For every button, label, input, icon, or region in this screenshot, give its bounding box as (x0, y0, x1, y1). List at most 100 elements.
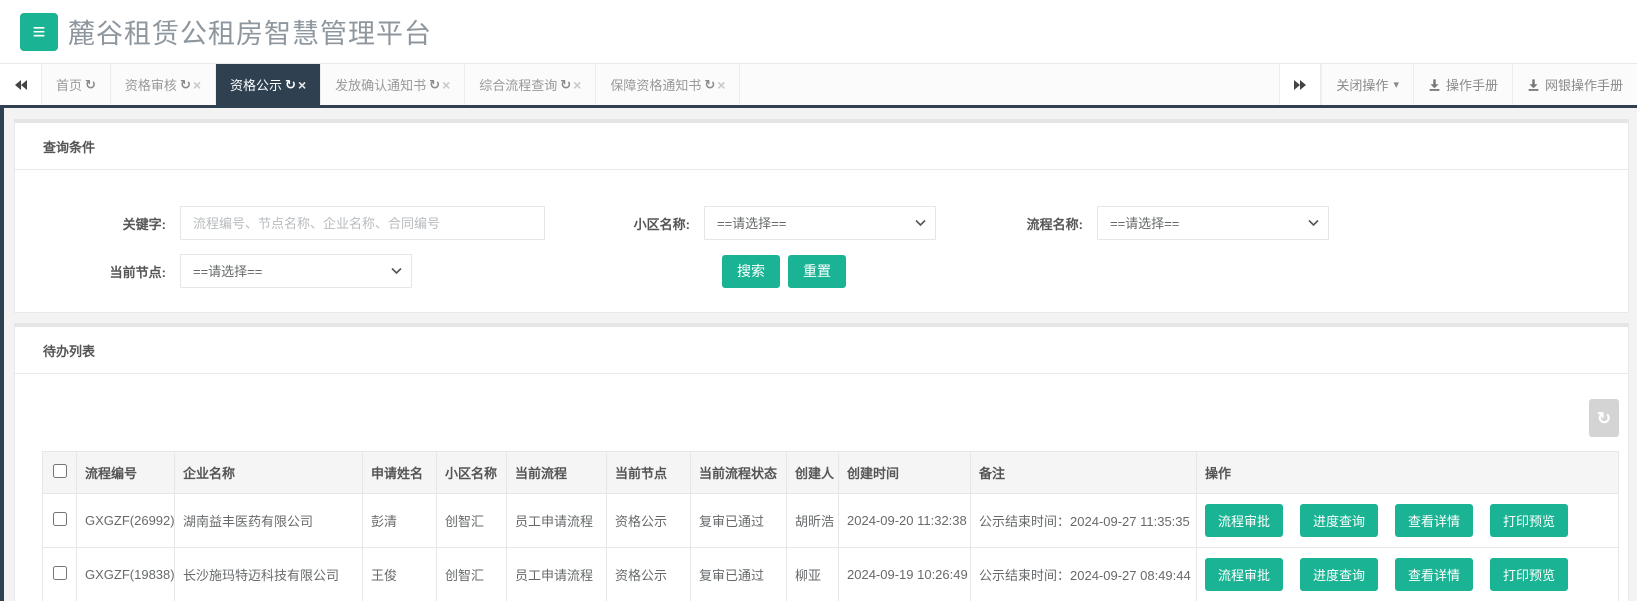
select-all-cell (42, 451, 77, 494)
search-button[interactable]: 搜索 (722, 254, 780, 288)
row-actions: 流程审批 进度查询 查看详情 打印预览 (1205, 504, 1610, 537)
table-row: GXGZF(19838) 长沙施玛特迈科技有限公司 王俊 创智汇 员工申请流程 … (42, 547, 1619, 601)
cell-creator: 柳亚 (786, 547, 839, 601)
cell-remark: 公示结束时间：2024-09-27 11:35:35 (970, 493, 1197, 548)
tab-qualification-review[interactable]: 资格审核 ↻ × (111, 64, 217, 105)
cell-applicant-name: 王俊 (362, 547, 437, 601)
progress-query-button[interactable]: 进度查询 (1300, 504, 1379, 537)
reset-button[interactable]: 重置 (788, 254, 846, 288)
cell-current-node: 资格公示 (606, 493, 691, 548)
process-name-select[interactable]: ==请选择== (1097, 206, 1329, 240)
close-operations-label: 关闭操作 (1336, 78, 1389, 93)
process-name-label: 流程名称: (1026, 216, 1083, 232)
col-operations: 操作 (1196, 451, 1619, 494)
col-applicant-name: 申请姓名 (362, 451, 437, 494)
tab-label: 综合流程查询 (479, 78, 558, 93)
refresh-tab-icon[interactable]: ↻ (85, 77, 96, 93)
refresh-table-button[interactable]: ↻ (1589, 399, 1619, 437)
query-form: 关键字: 小区名称: ==请选择== 流程名称: ==请选择== (15, 170, 1628, 312)
community-name-label: 小区名称: (633, 216, 690, 232)
community-name-select-control[interactable]: ==请选择== (704, 206, 936, 240)
cell-process-status: 复审已通过 (690, 493, 787, 548)
tab-label: 首页 (56, 78, 83, 93)
refresh-icon: ↻ (1596, 408, 1612, 428)
tab-qualification-publicity[interactable]: 资格公示 ↻ × (216, 64, 322, 105)
query-panel-title: 查询条件 (15, 123, 1628, 170)
cell-process-code: GXGZF(19838) (76, 547, 175, 601)
tab-bar-tools: 关闭操作 ▾ 操作手册 网银操作手册 (1321, 64, 1637, 105)
cell-operations: 流程审批 进度查询 查看详情 打印预览 (1196, 547, 1619, 601)
row-checkbox[interactable] (52, 566, 67, 580)
col-creator: 创建人 (786, 451, 839, 494)
cell-creator: 胡昕浩 (786, 493, 839, 548)
bank-manual-button[interactable]: 网银操作手册 (1511, 64, 1637, 105)
process-approval-button[interactable]: 流程审批 (1205, 558, 1284, 591)
current-node-select[interactable]: ==请选择== (180, 254, 412, 288)
col-process-code: 流程编号 (76, 451, 175, 494)
tab-bar: 首页 ↻ 资格审核 ↻ × 资格公示 ↻ × 发放确认通知书 ↻ × 综合流程查… (0, 63, 1637, 108)
cell-process-code: GXGZF(26992) (76, 493, 175, 548)
close-tab-icon[interactable]: × (717, 77, 725, 93)
download-icon (1527, 78, 1540, 92)
close-tab-icon[interactable]: × (573, 77, 581, 93)
print-preview-button[interactable]: 打印预览 (1490, 504, 1569, 537)
refresh-tab-icon[interactable]: ↻ (285, 77, 296, 93)
search-buttons-group: 搜索 重置 (722, 254, 846, 288)
hamburger-menu-button[interactable]: ≡ (20, 12, 58, 51)
cell-process-status: 复审已通过 (690, 547, 787, 601)
double-chevron-left-icon (14, 79, 28, 91)
cell-company-name: 湖南益丰医药有限公司 (174, 493, 363, 548)
table-row: GXGZF(26992) 湖南益丰医药有限公司 彭清 创智汇 员工申请流程 资格… (42, 493, 1619, 548)
current-node-label: 当前节点: (109, 264, 166, 280)
view-details-button[interactable]: 查看详情 (1395, 558, 1474, 591)
keyword-input[interactable] (180, 206, 545, 240)
cell-remark: 公示结束时间：2024-09-27 08:49:44 (970, 547, 1197, 601)
close-tab-icon[interactable]: × (193, 77, 201, 93)
tab-label: 保障资格通知书 (610, 78, 702, 93)
caret-down-icon: ▾ (1393, 79, 1399, 91)
cell-current-process: 员工申请流程 (506, 547, 607, 601)
close-tab-icon[interactable]: × (298, 77, 306, 93)
tab-issue-confirmation-notice[interactable]: 发放确认通知书 ↻ × (321, 64, 466, 105)
todo-panel-title: 待办列表 (15, 327, 1628, 374)
close-operations-dropdown[interactable]: 关闭操作 ▾ (1321, 64, 1413, 105)
progress-query-button[interactable]: 进度查询 (1300, 558, 1379, 591)
col-company-name: 企业名称 (174, 451, 363, 494)
keyword-label: 关键字: (122, 216, 166, 232)
select-all-checkbox[interactable] (52, 464, 67, 478)
query-form-row-2: 当前节点: ==请选择== 搜索 重置 (30, 254, 1613, 288)
tab-home[interactable]: 首页 ↻ (42, 64, 111, 105)
view-details-button[interactable]: 查看详情 (1395, 504, 1474, 537)
tab-label: 资格审核 (124, 78, 177, 93)
tab-guarantee-qualification-notice[interactable]: 保障资格通知书 ↻ × (596, 64, 741, 105)
cell-community-name: 创智汇 (436, 493, 507, 548)
cell-company-name: 长沙施玛特迈科技有限公司 (174, 547, 363, 601)
download-icon (1428, 78, 1441, 92)
cell-created-time: 2024-09-20 11:32:38 (838, 493, 971, 548)
page-title: 麓谷租赁公租房智慧管理平台 (68, 19, 432, 49)
col-current-node: 当前节点 (606, 451, 691, 494)
refresh-tab-icon[interactable]: ↻ (180, 77, 191, 93)
refresh-tab-icon[interactable]: ↻ (704, 77, 715, 93)
community-name-select[interactable]: ==请选择== (704, 206, 936, 240)
tab-comprehensive-process-query[interactable]: 综合流程查询 ↻ × (465, 64, 597, 105)
refresh-tab-icon[interactable]: ↻ (560, 77, 571, 93)
row-checkbox[interactable] (52, 512, 67, 526)
cell-community-name: 创智汇 (436, 547, 507, 601)
col-remark: 备注 (970, 451, 1197, 494)
operation-manual-button[interactable]: 操作手册 (1412, 64, 1512, 105)
current-node-select-control[interactable]: ==请选择== (180, 254, 412, 288)
process-approval-button[interactable]: 流程审批 (1205, 504, 1284, 537)
cell-operations: 流程审批 进度查询 查看详情 打印预览 (1196, 493, 1619, 548)
refresh-tab-icon[interactable]: ↻ (429, 77, 440, 93)
cell-created-time: 2024-09-19 10:26:49 (838, 547, 971, 601)
scroll-tabs-left-button[interactable] (0, 64, 42, 105)
table-toolbar: ↻ (42, 399, 1619, 437)
double-chevron-right-icon (1293, 79, 1307, 91)
close-tab-icon[interactable]: × (442, 77, 450, 93)
content-area: 查询条件 关键字: 小区名称: ==请选择== 流程名称: ==请选择= (0, 108, 1637, 601)
scroll-tabs-right-button[interactable] (1279, 64, 1322, 105)
print-preview-button[interactable]: 打印预览 (1490, 558, 1569, 591)
process-name-select-control[interactable]: ==请选择== (1097, 206, 1329, 240)
query-conditions-panel: 查询条件 关键字: 小区名称: ==请选择== 流程名称: ==请选择= (14, 119, 1629, 313)
